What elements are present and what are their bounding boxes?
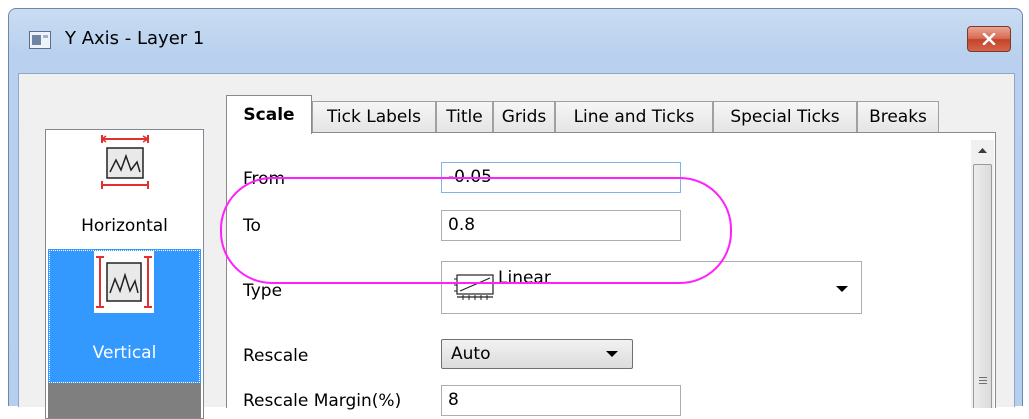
tab-title[interactable]: Title (436, 101, 493, 133)
tab-scale[interactable]: Scale (226, 95, 312, 134)
scroll-up-button[interactable] (971, 140, 994, 162)
vertical-axis-icon (94, 251, 154, 313)
title-bar[interactable]: Y Axis - Layer 1 (9, 9, 1022, 73)
type-label: Type (243, 281, 283, 301)
rescale-select[interactable]: Auto (441, 339, 633, 369)
to-input[interactable]: 0.8 (441, 210, 681, 241)
close-button[interactable] (967, 26, 1011, 52)
axis-direction-list[interactable]: Horizontal Vertical (45, 129, 204, 419)
from-label: From (243, 169, 286, 189)
dialog-window: Y Axis - Layer 1 Horizontal Vertical Sca… (8, 8, 1023, 419)
horizontal-axis-icon (101, 135, 150, 189)
side-item-label: Vertical (92, 343, 157, 363)
chevron-down-icon (836, 286, 848, 292)
vertical-scrollbar[interactable] (971, 140, 994, 408)
tab-grids[interactable]: Grids (493, 101, 555, 133)
tab-special-ticks[interactable]: Special Ticks (713, 101, 857, 133)
linear-scale-icon (454, 274, 494, 300)
type-select[interactable]: Linear (441, 261, 862, 314)
rescale-margin-label: Rescale Margin(%) (243, 391, 402, 411)
from-input[interactable]: -0.05 (441, 162, 681, 193)
app-icon (29, 31, 51, 49)
to-label: To (243, 216, 261, 236)
dialog-client-area: Horizontal Vertical Scale Tick Labels Ti… (18, 73, 1015, 419)
scale-tab-panel: From -0.05 To 0.8 Type Linear Rescale Au… (226, 132, 996, 416)
tab-tick-labels[interactable]: Tick Labels (312, 101, 436, 133)
side-item-vertical[interactable]: Vertical (48, 249, 201, 384)
rescale-margin-input[interactable]: 8 (441, 385, 681, 416)
rescale-label: Rescale (243, 346, 309, 366)
window-title: Y Axis - Layer 1 (65, 28, 205, 49)
side-item-label: Horizontal (81, 216, 168, 236)
tab-breaks[interactable]: Breaks (857, 101, 939, 133)
close-icon (982, 33, 996, 45)
grip-icon (979, 377, 987, 386)
chevron-down-icon (606, 351, 618, 357)
type-select-value: Linear (498, 268, 551, 288)
side-list-next-item[interactable] (48, 383, 201, 418)
chevron-up-icon (978, 148, 987, 153)
scrollbar-thumb[interactable] (973, 164, 992, 408)
tab-line-and-ticks[interactable]: Line and Ticks (555, 101, 713, 133)
side-item-horizontal[interactable]: Horizontal (48, 130, 201, 247)
